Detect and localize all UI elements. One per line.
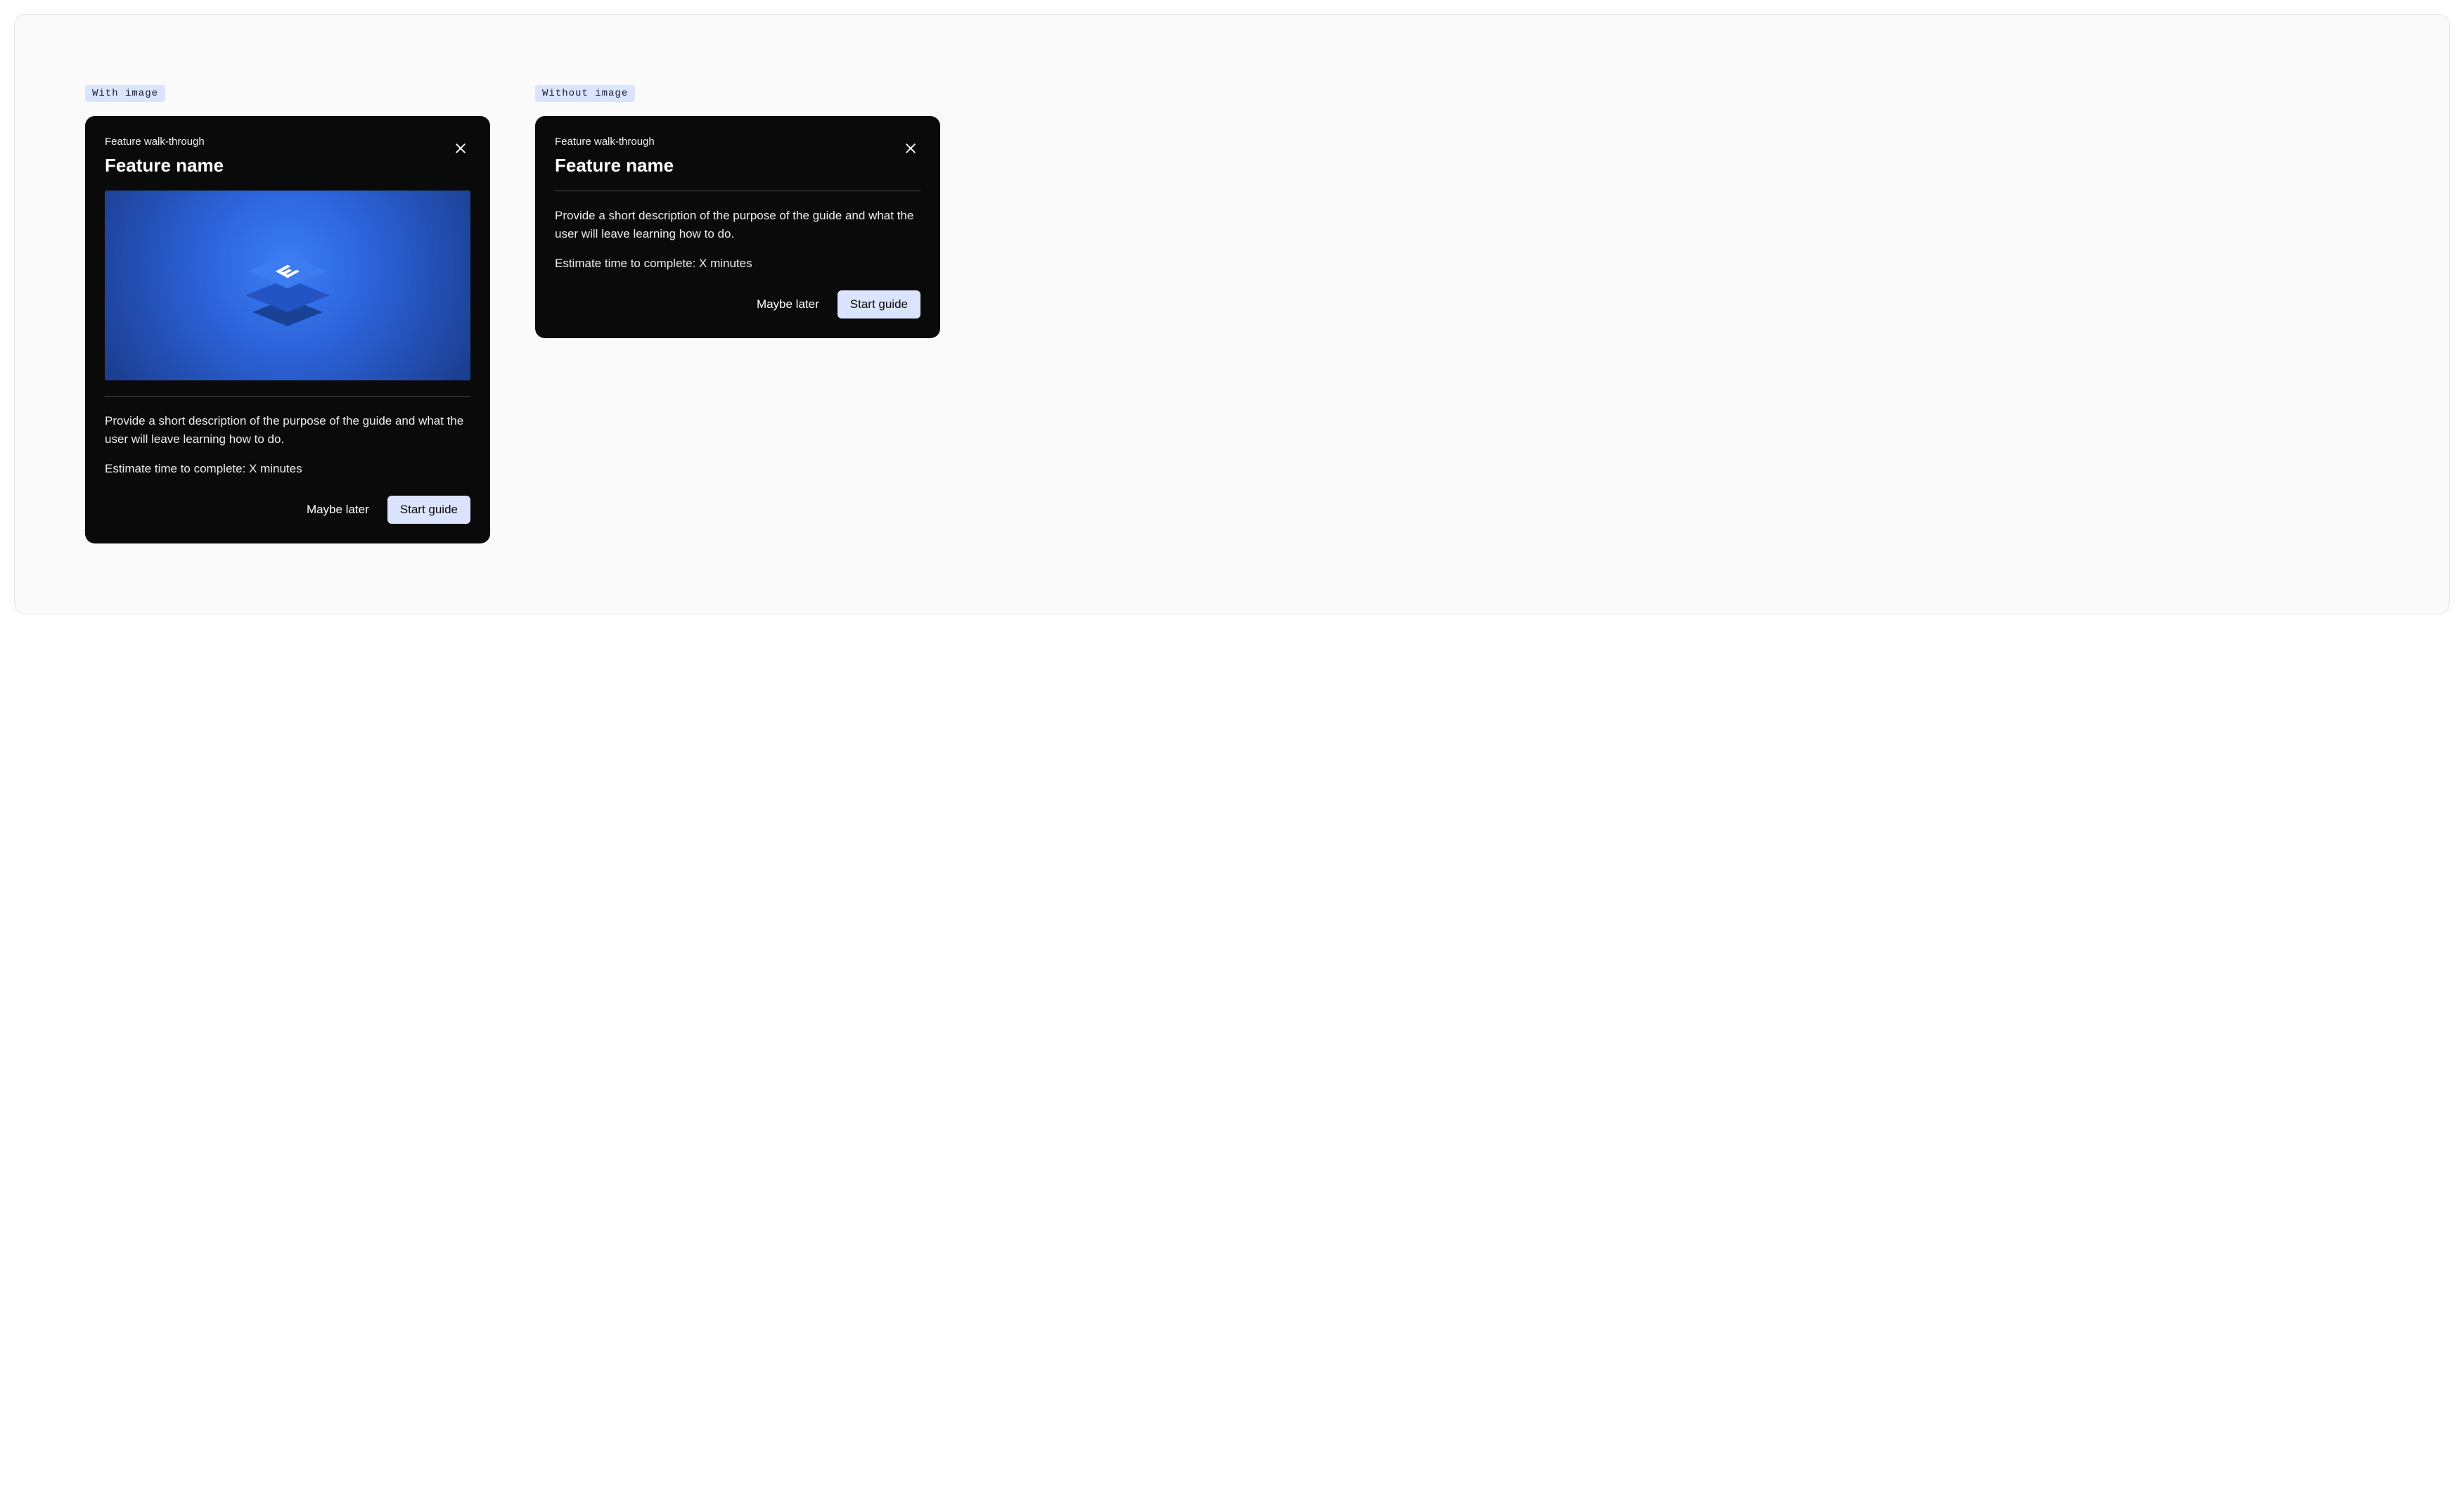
maybe-later-button[interactable]: Maybe later	[302, 496, 373, 524]
variant-label-without-image: Without image	[535, 85, 635, 102]
card-header: Feature walk-through Feature name	[555, 136, 920, 176]
divider	[105, 396, 470, 397]
feature-image	[105, 191, 470, 380]
start-guide-button[interactable]: Start guide	[387, 496, 470, 524]
card-eyebrow: Feature walk-through	[105, 136, 224, 148]
card-title: Feature name	[105, 155, 224, 176]
start-guide-button[interactable]: Start guide	[838, 290, 920, 318]
card-header-text: Feature walk-through Feature name	[105, 136, 224, 176]
canvas: With image Feature walk-through Feature …	[14, 14, 2450, 614]
card-actions: Maybe later Start guide	[105, 496, 470, 524]
card-estimate: Estimate time to complete: X minutes	[105, 462, 470, 476]
variant-without-image: Without image Feature walk-through Featu…	[535, 85, 940, 338]
card-header-text: Feature walk-through Feature name	[555, 136, 674, 176]
close-icon	[454, 141, 468, 155]
card-title: Feature name	[555, 155, 674, 176]
variant-with-image: With image Feature walk-through Feature …	[85, 85, 490, 543]
card-header: Feature walk-through Feature name	[105, 136, 470, 176]
card-estimate: Estimate time to complete: X minutes	[555, 257, 920, 271]
close-icon	[904, 141, 918, 155]
maybe-later-button[interactable]: Maybe later	[752, 290, 823, 318]
layers-icon	[228, 236, 347, 335]
variant-label-with-image: With image	[85, 85, 165, 102]
card-description: Provide a short description of the purpo…	[105, 412, 470, 449]
close-button[interactable]	[901, 139, 920, 158]
card-eyebrow: Feature walk-through	[555, 136, 674, 148]
card-actions: Maybe later Start guide	[555, 290, 920, 318]
close-button[interactable]	[451, 139, 470, 158]
walkthrough-card: Feature walk-through Feature name Provid…	[535, 116, 940, 338]
card-description: Provide a short description of the purpo…	[555, 207, 920, 244]
walkthrough-card: Feature walk-through Feature name	[85, 116, 490, 543]
